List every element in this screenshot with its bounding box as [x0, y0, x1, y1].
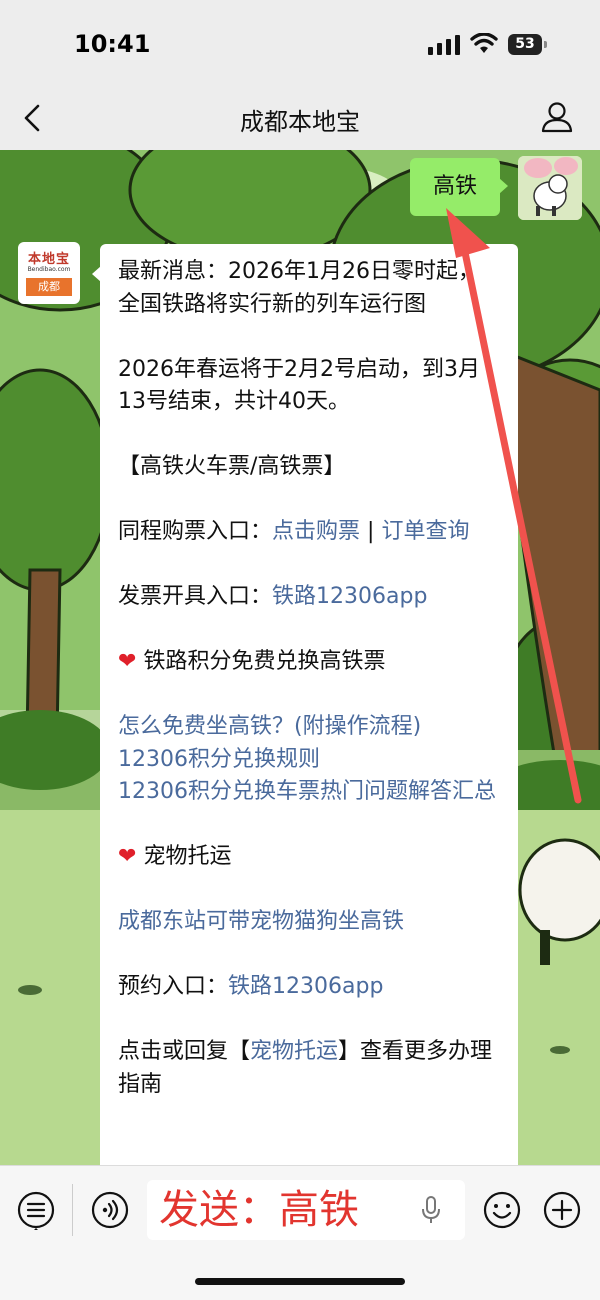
more-guide-line: 点击或回复【宠物托运】查看更多办理指南 — [118, 1036, 500, 1101]
reserve-line: 预约入口：铁路12306app — [118, 971, 500, 1004]
incoming-message-bubble[interactable]: 最新消息：2026年1月26日零时起，全国铁路将实行新的列车运行图 2026年春… — [92, 244, 518, 1165]
chat-title: 成都本地宝 — [240, 108, 360, 136]
heart-icon: ❤ — [118, 649, 137, 674]
outgoing-message-text: 高铁 — [432, 174, 477, 199]
invoice-label: 发票开具入口： — [118, 584, 273, 609]
spring-festival-text: 2026年春运将于2月2号启动，到3月13号结束，共计40天。 — [118, 356, 480, 415]
free-ride-guide-link[interactable]: 怎么免费坐高铁？(附操作流程) — [118, 711, 500, 744]
points-links: 怎么免费坐高铁？(附操作流程) 12306积分兑换规则 12306积分兑换车票热… — [118, 711, 500, 809]
cat-avatar-icon — [518, 156, 582, 220]
avatar-logo-text: 本地宝 — [27, 252, 70, 267]
buy-ticket-link[interactable]: 点击购票 — [272, 519, 360, 544]
more-prefix: 点击或回复【 — [118, 1039, 251, 1064]
reserve-app-link[interactable]: 铁路12306app — [228, 974, 383, 999]
input-divider — [72, 1184, 73, 1236]
pet-heading-line: ❤ 宠物托运 — [118, 841, 500, 874]
pet-shipping-link[interactable]: 宠物托运 — [250, 1039, 338, 1064]
avatar-logo-city: 成都 — [26, 278, 72, 296]
message-input-text: 发送：高铁 — [159, 1187, 359, 1233]
nav-bar: 成都本地宝 — [0, 88, 600, 150]
outgoing-message-bubble[interactable]: 高铁 — [410, 158, 508, 216]
avatar-logo-sub: Bendibao.com — [27, 266, 71, 273]
reserve-label: 预约入口： — [118, 974, 229, 999]
tickets-section-heading: 【高铁火车票/高铁票】 — [118, 454, 346, 479]
chat-area[interactable]: 高铁 本地宝 Bendibao.com 成都 最新消息：2026年1月26日零时… — [0, 150, 600, 1165]
invoice-app-link[interactable]: 铁路12306app — [272, 584, 427, 609]
wifi-icon — [470, 33, 498, 53]
voice-icon[interactable] — [90, 1190, 130, 1230]
status-bar: 10:41 53 — [0, 0, 600, 88]
emoji-icon[interactable] — [482, 1190, 522, 1230]
pet-heading: 宠物托运 — [143, 844, 232, 869]
heart-icon: ❤ — [118, 844, 137, 869]
official-account-avatar[interactable]: 本地宝 Bendibao.com 成都 — [18, 242, 80, 304]
news-text: 最新消息：2026年1月26日零时起，全国铁路将实行新的列车运行图 — [118, 259, 480, 317]
points-faq-link[interactable]: 12306积分兑换车票热门问题解答汇总 — [118, 776, 500, 809]
buy-ticket-line: 同程购票入口：点击购票 | 订单查询 — [118, 516, 500, 549]
menu-icon[interactable] — [16, 1190, 56, 1230]
profile-icon[interactable] — [540, 100, 574, 134]
plus-icon[interactable] — [542, 1190, 582, 1230]
user-avatar[interactable] — [518, 156, 582, 220]
pet-chengdu-east-link[interactable]: 成都东站可带宠物猫狗坐高铁 — [118, 906, 500, 939]
signal-icon — [428, 35, 460, 55]
invoice-line: 发票开具入口：铁路12306app — [118, 581, 500, 614]
mic-icon[interactable] — [419, 1194, 443, 1226]
link-separator: | — [360, 519, 382, 544]
message-input[interactable]: 发送：高铁 — [147, 1180, 465, 1240]
status-time: 10:41 — [74, 30, 151, 58]
home-indicator — [195, 1278, 405, 1285]
buy-label: 同程购票入口： — [118, 519, 273, 544]
points-heading-line: ❤ 铁路积分免费兑换高铁票 — [118, 646, 500, 679]
points-rules-link[interactable]: 12306积分兑换规则 — [118, 744, 500, 777]
battery-level: 53 — [515, 36, 535, 52]
battery-icon: 53 — [508, 34, 548, 55]
points-heading: 铁路积分免费兑换高铁票 — [143, 649, 386, 674]
order-query-link[interactable]: 订单查询 — [381, 519, 469, 544]
